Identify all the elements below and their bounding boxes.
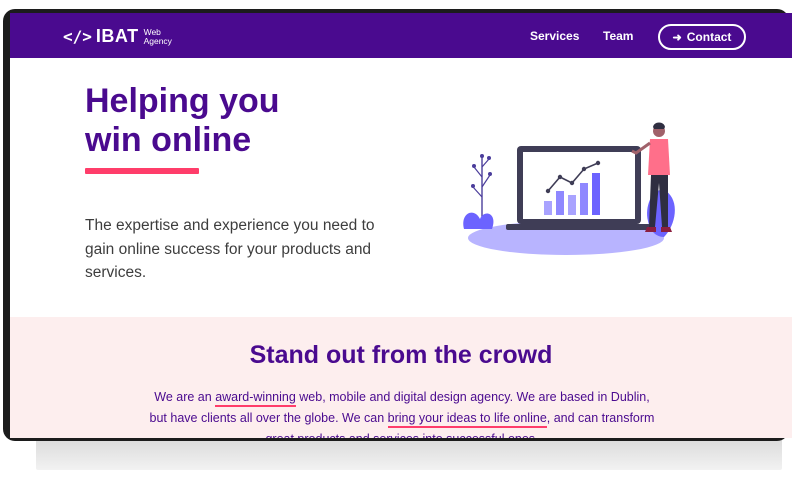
award-winning-link[interactable]: award-winning <box>215 390 296 407</box>
laptop-icon <box>506 146 652 230</box>
contact-button[interactable]: ➜ Contact <box>658 24 746 50</box>
nav-link-services[interactable]: Services <box>530 29 579 43</box>
browser-screen: </> IBAT Web Agency Services Team ➜ Cont… <box>10 13 792 438</box>
intro-text-part1: We are an <box>154 390 216 404</box>
navbar: </> IBAT Web Agency Services Team ➜ Cont… <box>10 13 792 58</box>
accent-bar <box>85 168 199 174</box>
hero-title-line2: win online <box>85 121 252 159</box>
intro-section: Stand out from the crowd We are an award… <box>10 317 792 438</box>
site-logo[interactable]: </> IBAT Web Agency <box>63 26 176 47</box>
hero-title-line1: Helping you <box>85 82 280 120</box>
arrow-right-icon: ➜ <box>672 31 682 44</box>
intro-text: We are an award-winning web, mobile and … <box>146 387 658 438</box>
logo-name: IBAT <box>95 26 139 46</box>
logo-tagline-line2: Agency <box>143 35 172 46</box>
intro-title: Stand out from the crowd <box>249 341 553 369</box>
hero-description: The expertise and experience you need to… <box>85 217 375 281</box>
analytics-illustration <box>463 122 675 255</box>
device-shadow <box>36 436 782 470</box>
nav-link-team[interactable]: Team <box>603 29 633 43</box>
contact-button-label: Contact <box>686 30 732 44</box>
hero-title: Helping you win online <box>85 82 280 160</box>
ideas-online-link[interactable]: bring your ideas to life online <box>387 411 547 428</box>
code-icon: </> <box>63 27 92 46</box>
plant-icon <box>463 154 494 229</box>
logo-tagline: Web Agency <box>143 27 176 46</box>
